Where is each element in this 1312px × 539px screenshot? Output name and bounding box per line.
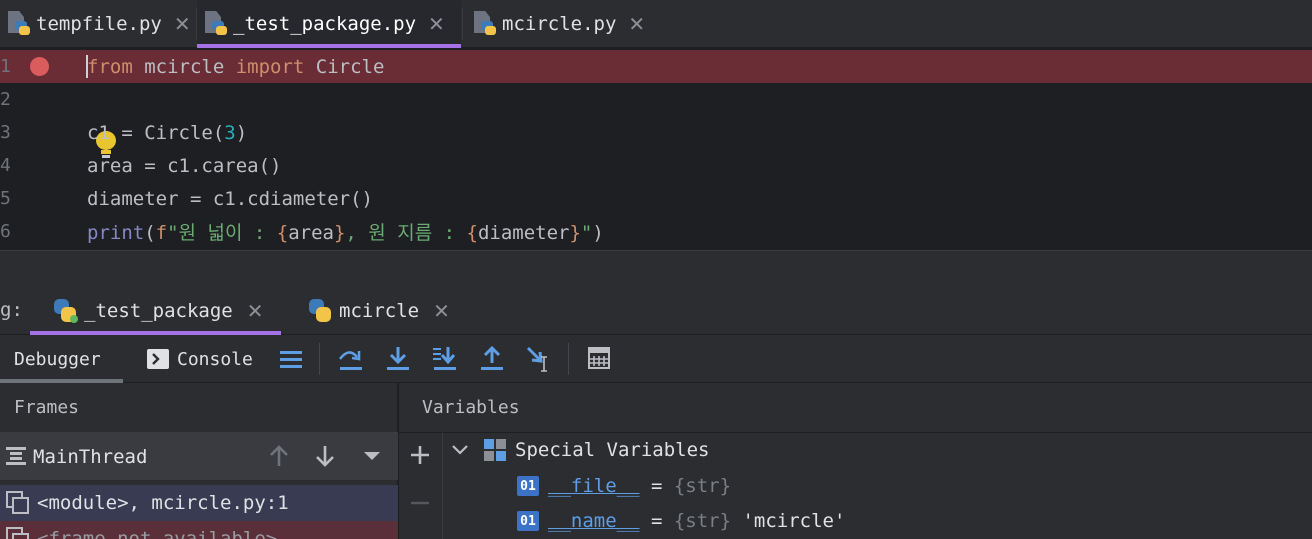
python-icon	[307, 298, 333, 324]
run-to-cursor-icon[interactable]	[525, 345, 553, 373]
variables-title: Variables	[422, 397, 520, 418]
code-line-6[interactable]: 6 print(f"원 넓이 : {area}, 원 지름 : {diamete…	[0, 215, 1312, 248]
console-icon	[147, 349, 169, 369]
debug-tab-test-package[interactable]: _test_package ✕	[29, 287, 283, 335]
chevron-down-icon[interactable]	[451, 444, 469, 456]
thread-name: MainThread	[33, 446, 148, 468]
code-text: diameter = c1.cdiameter()	[87, 187, 373, 210]
evaluate-expression-icon[interactable]	[586, 345, 614, 373]
code-line-4[interactable]: 4 area = c1.carea()	[0, 149, 1312, 182]
close-icon[interactable]: ✕	[247, 299, 264, 323]
step-into-icon[interactable]	[384, 345, 412, 373]
code-editor[interactable]: 1 from mcircle import Circle 2 3 c1 = Ci…	[0, 48, 1312, 250]
debug-tab-label: _test_package	[84, 300, 233, 322]
line-number: 3	[0, 122, 11, 143]
breakpoint-icon[interactable]	[30, 57, 49, 76]
chevron-down-icon[interactable]	[362, 450, 382, 462]
line-number: 4	[0, 155, 11, 176]
group-label: Special Variables	[515, 439, 710, 461]
frame-label: <frame not available>	[37, 528, 278, 539]
variable-type: {str}	[673, 475, 732, 497]
tab-tempfile[interactable]: tempfile.py ✕	[0, 0, 191, 48]
code-text: print(f"원 넓이 : {area}, 원 지름 : {diameter}…	[87, 222, 604, 244]
tab-label: tempfile.py	[36, 13, 162, 35]
step-into-my-code-icon[interactable]	[431, 345, 459, 373]
tab-label: mcircle.py	[502, 13, 617, 35]
variables-panel: Variables Special Variables 01 __file__ …	[399, 383, 1312, 539]
tab-mcircle[interactable]: mcircle.py ✕	[466, 0, 645, 48]
remove-watch-icon[interactable]	[410, 493, 430, 513]
frame-icon	[6, 491, 29, 514]
debugger-label: Debugger	[14, 348, 101, 370]
special-vars-icon	[484, 439, 506, 461]
arrow-up-icon[interactable]	[268, 444, 290, 468]
variable-row[interactable]: 01 __file__ = {str}	[517, 469, 731, 503]
debug-tab-mcircle[interactable]: mcircle ✕	[307, 287, 450, 335]
code-text: area = c1.carea()	[87, 154, 282, 177]
close-icon[interactable]: ✕	[428, 12, 445, 36]
frame-icon	[6, 527, 29, 539]
python-file-icon	[472, 11, 496, 37]
thread-selector[interactable]: MainThread	[0, 432, 398, 480]
debug-label: g:	[0, 299, 23, 321]
line-number: 1	[0, 56, 11, 77]
code-line-5[interactable]: 5 diameter = c1.cdiameter()	[0, 182, 1312, 215]
panel-splitter[interactable]	[0, 250, 1312, 287]
thread-icon	[6, 447, 26, 465]
debugger-toolbar: Debugger Console	[0, 335, 1312, 383]
python-file-icon	[203, 11, 227, 37]
console-label: Console	[177, 348, 253, 370]
frames-panel: Frames MainThread <module>, mcircle.py:1…	[0, 383, 398, 539]
tab-debugger[interactable]: Debugger	[0, 335, 123, 383]
line-number: 2	[0, 89, 11, 110]
debug-tab-label: mcircle	[339, 300, 420, 322]
python-file-icon	[6, 11, 30, 37]
variable-name: __name__	[548, 510, 640, 532]
code-line-2[interactable]: 2	[0, 83, 1312, 116]
code-text: from mcircle import Circle	[87, 55, 385, 78]
tab-test-package[interactable]: _test_package.py ✕	[197, 0, 461, 48]
add-watch-icon[interactable]	[410, 445, 430, 465]
code-line-3[interactable]: 3 c1 = Circle(3)	[0, 116, 1312, 149]
debug-session-tabs: g: _test_package ✕ mcircle ✕	[0, 287, 1312, 335]
close-icon[interactable]: ✕	[433, 299, 450, 323]
special-variables-group[interactable]: Special Variables	[451, 433, 709, 467]
frame-row[interactable]: <frame not available>	[0, 521, 398, 539]
str-type-icon: 01	[517, 511, 539, 531]
variable-value: 'mcircle'	[731, 510, 846, 532]
editor-tab-bar: tempfile.py ✕ _test_package.py ✕ mcircle…	[0, 0, 1312, 48]
close-icon[interactable]: ✕	[628, 12, 645, 36]
step-over-icon[interactable]	[337, 345, 365, 373]
variable-type: {str}	[673, 510, 732, 532]
code-text: c1 = Circle(3)	[87, 121, 248, 144]
tab-console[interactable]: Console	[147, 335, 253, 383]
variables-actions	[399, 433, 443, 539]
step-out-icon[interactable]	[478, 345, 506, 373]
layout-menu-icon[interactable]	[278, 345, 306, 373]
str-type-icon: 01	[517, 476, 539, 496]
frames-title: Frames	[14, 397, 80, 418]
line-number: 5	[0, 188, 11, 209]
close-icon[interactable]: ✕	[174, 12, 191, 36]
tab-label: _test_package.py	[233, 13, 417, 35]
frame-label: <module>, mcircle.py:1	[37, 492, 289, 514]
variable-row[interactable]: 01 __name__ = {str} 'mcircle'	[517, 504, 845, 538]
frame-row[interactable]: <module>, mcircle.py:1	[0, 485, 398, 521]
python-run-icon	[52, 298, 78, 324]
code-line-1[interactable]: 1 from mcircle import Circle	[0, 50, 1312, 83]
line-number: 6	[0, 221, 11, 242]
variable-name: __file__	[548, 475, 640, 497]
arrow-down-icon[interactable]	[314, 444, 336, 468]
